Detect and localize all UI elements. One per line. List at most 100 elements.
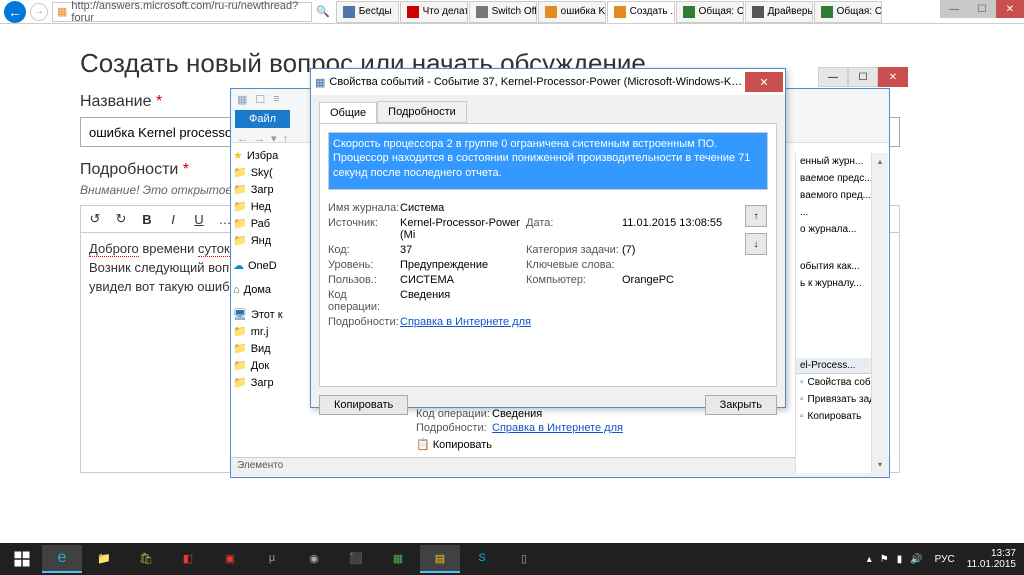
tray-net-icon[interactable]: ▮	[897, 554, 903, 565]
scroll-up-icon[interactable]: ▴	[872, 153, 888, 170]
forward-button[interactable]: →	[30, 3, 48, 21]
url-text: http://answers.microsoft.com/ru-ru/newth…	[71, 0, 307, 24]
nav-back-icon[interactable]: ←	[237, 133, 248, 145]
editor-text: Доброго	[89, 241, 139, 257]
browser-tab[interactable]: Бесtды	[336, 1, 399, 23]
underline-button[interactable]: U	[187, 208, 211, 230]
tray-time[interactable]: 13:37	[967, 548, 1016, 559]
task-steam[interactable]: ◉	[294, 545, 334, 573]
sidebar-item[interactable]: 📁Нед	[233, 198, 297, 215]
prev-event-button[interactable]: ↑	[745, 205, 767, 227]
sidebar-item[interactable]: 📁Загр	[233, 181, 297, 198]
browser-tab[interactable]: Что делать ...	[400, 1, 468, 23]
task-app1[interactable]: ◧	[168, 545, 208, 573]
dialog-close-button[interactable]: ✕	[745, 72, 783, 92]
next-event-button[interactable]: ↓	[745, 233, 767, 255]
copy-button[interactable]: Копировать	[319, 395, 408, 415]
dialog-tabs: Общие Подробности	[319, 101, 777, 123]
ev-close-button[interactable]: ✕	[878, 67, 908, 87]
help-link[interactable]: Справка в Интернете для	[492, 422, 623, 434]
sidebar-thispc[interactable]: Этот к	[251, 309, 283, 321]
ev-maximize-button[interactable]: ☐	[848, 67, 878, 87]
ie-address-bar: ← → ▦ http://answers.microsoft.com/ru-ru…	[0, 0, 1024, 24]
tray-volume-icon[interactable]: 🔊	[910, 554, 922, 565]
back-button[interactable]: ←	[4, 1, 26, 23]
event-message[interactable]: Скорость процессора 2 в группе 0 огранич…	[328, 132, 768, 190]
start-button[interactable]	[4, 545, 40, 573]
bold-button[interactable]: B	[135, 208, 159, 230]
browser-tab[interactable]: Драйверы ...	[745, 1, 813, 23]
minimize-button[interactable]: —	[940, 0, 968, 18]
category-label: Категория задачи:	[526, 244, 622, 256]
italic-button[interactable]: I	[161, 208, 185, 230]
nav-up-icon[interactable]: ↑	[283, 133, 289, 145]
opcode-value-dlg: Сведения	[400, 289, 526, 313]
tray-language[interactable]: РУС	[931, 554, 959, 565]
task-event-viewer[interactable]: ▤	[420, 545, 460, 573]
sidebar-item[interactable]: 📁Раб	[233, 215, 297, 232]
sidebar-item[interactable]: 📁Загр	[233, 374, 297, 391]
task-app4[interactable]: ▦	[378, 545, 418, 573]
browser-tab[interactable]: Общая: On...	[676, 1, 744, 23]
tray-up-icon[interactable]: ▴	[867, 554, 872, 565]
task-app3[interactable]: ⬛	[336, 545, 376, 573]
browser-tab[interactable]: ошибка Ker...	[538, 1, 606, 23]
url-field[interactable]: ▦ http://answers.microsoft.com/ru-ru/new…	[52, 2, 312, 22]
browser-tab[interactable]: Общая: On...	[814, 1, 882, 23]
tray-date[interactable]: 11.01.2015	[967, 559, 1016, 570]
computer-value: OrangePC	[622, 274, 768, 286]
editor-text: суток	[198, 241, 230, 257]
redo-button[interactable]: ↻	[109, 208, 133, 230]
close-dialog-button[interactable]: Закрыть	[705, 395, 777, 415]
editor-text: времени	[139, 241, 198, 256]
details-label-bottom: Подробности:	[416, 422, 492, 434]
maximize-button[interactable]: ☐	[968, 0, 996, 18]
ev-minimize-button[interactable]: —	[818, 67, 848, 87]
sidebar-item[interactable]: 📁Вид	[233, 340, 297, 357]
user-label: Пользов.:	[328, 274, 400, 286]
dialog-titlebar[interactable]: ▦ Свойства событий - Событие 37, Kernel-…	[311, 69, 785, 95]
search-icon[interactable]: 🔍	[316, 5, 330, 18]
details-link[interactable]: Справка в Интернете для	[400, 316, 768, 328]
browser-tab[interactable]: Создать ...✕	[607, 1, 675, 23]
keywords-label: Ключевые слова:	[526, 259, 622, 271]
file-tab[interactable]: Файл	[235, 110, 290, 128]
actions-panel: ▴ ▾ енный журн...ваемое предс...ваемого …	[795, 153, 887, 473]
task-app5[interactable]: ▯	[504, 545, 544, 573]
scroll-down-icon[interactable]: ▾	[872, 456, 888, 473]
user-value: СИСТЕМА	[400, 274, 526, 286]
task-ie[interactable]: e	[42, 545, 82, 573]
source-label: Источник:	[328, 217, 400, 241]
copy-label[interactable]: Копировать	[433, 439, 492, 451]
event-grid: Имя журнала:Система Источник:Kernel-Proc…	[328, 202, 768, 328]
task-store[interactable]: 🛍	[126, 545, 166, 573]
sidebar-favorites[interactable]: Избра	[247, 150, 278, 162]
sidebar-item[interactable]: 📁mr.j	[233, 323, 297, 340]
task-app2[interactable]: ▣	[210, 545, 250, 573]
keywords-value	[622, 259, 768, 271]
copy-icon[interactable]: 📋	[416, 439, 430, 451]
dialog-title: Свойства событий - Событие 37, Kernel-Pr…	[329, 76, 745, 88]
tab-general[interactable]: Общие	[319, 102, 377, 124]
browser-tab[interactable]: Switch Off с...	[469, 1, 537, 23]
scrollbar[interactable]: ▴ ▾	[871, 153, 888, 473]
sidebar-item[interactable]: 📁Док	[233, 357, 297, 374]
task-explorer[interactable]: 📁	[84, 545, 124, 573]
sidebar-item[interactable]: 📁Янд	[233, 232, 297, 249]
close-button[interactable]: ✕	[996, 0, 1024, 18]
opcode-label-dlg: Код операции:	[328, 289, 400, 313]
sidebar-item[interactable]: 📁Sky(	[233, 164, 297, 181]
nav-forward-icon[interactable]: →	[254, 133, 265, 145]
undo-button[interactable]: ↺	[83, 208, 107, 230]
log-name-value: Система	[400, 202, 526, 214]
log-name-label: Имя журнала:	[328, 202, 400, 214]
task-torrent[interactable]: µ	[252, 545, 292, 573]
tray-flag-icon[interactable]: ⚑	[880, 554, 889, 565]
level-value: Предупреждение	[400, 259, 526, 271]
sidebar-home[interactable]: Дома	[244, 284, 271, 296]
sidebar-onedrive[interactable]: OneD	[248, 260, 277, 272]
task-skype[interactable]: S	[462, 545, 502, 573]
tab-details[interactable]: Подробности	[377, 101, 467, 123]
dialog-body: Скорость процессора 2 в группе 0 огранич…	[319, 123, 777, 387]
computer-label: Компьютер:	[526, 274, 622, 286]
